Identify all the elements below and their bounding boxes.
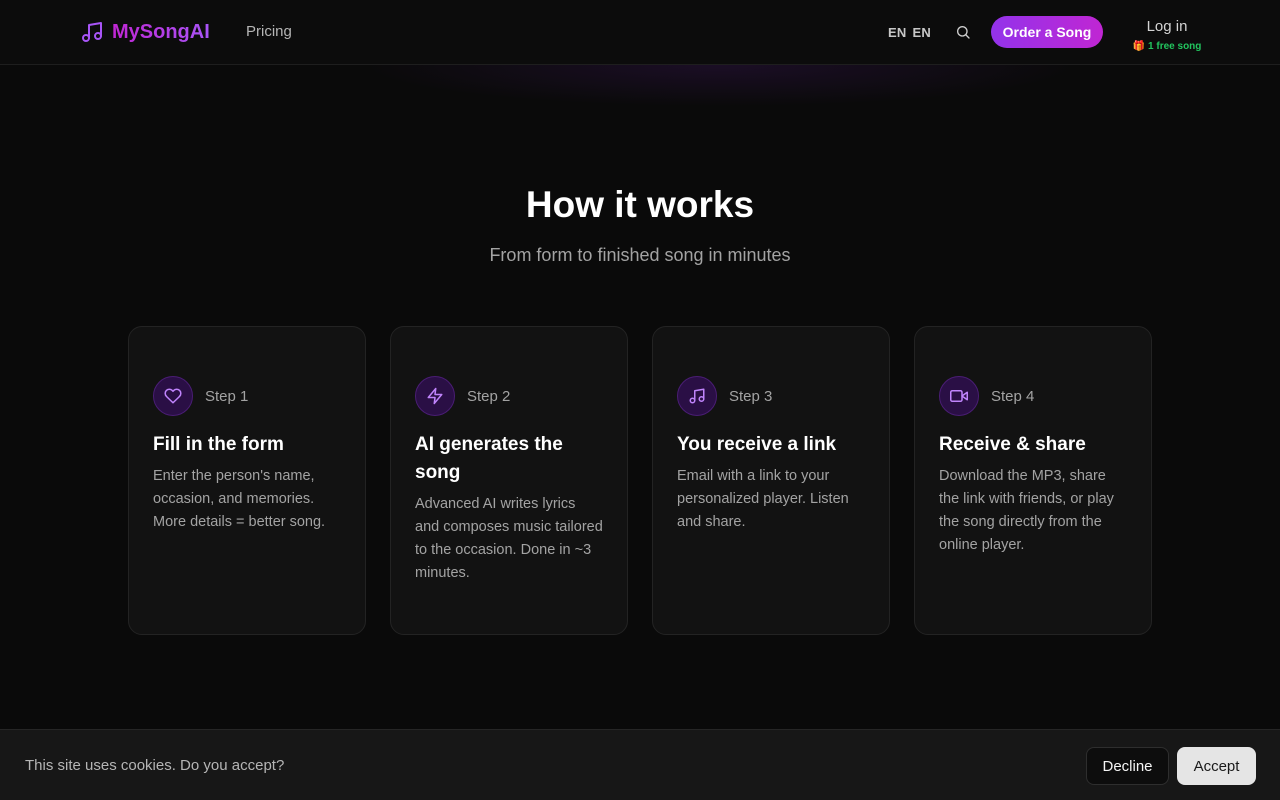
header-glow [360,65,1080,107]
step-card-3: Step 3 You receive a link Email with a l… [652,326,890,635]
step-label: Step 1 [205,387,249,405]
heart-icon [164,388,182,404]
cookie-banner: This site uses cookies. Do you accept? D… [0,729,1280,800]
free-song-badge: 🎁 1 free song [1133,41,1202,52]
language-flag-label: EN [888,25,907,40]
lightning-icon [427,387,443,405]
step-icon-badge [677,376,717,416]
step-card-header: Step 3 [677,376,865,416]
steps-grid: Step 1 Fill in the form Enter the person… [128,326,1152,635]
step-icon-badge [939,376,979,416]
login-area: Log in 🎁 1 free song [1120,18,1214,52]
music-note-icon [689,388,705,404]
cookie-message: This site uses cookies. Do you accept? [25,757,285,774]
free-song-label: 1 free song [1148,41,1202,52]
video-icon [950,390,968,402]
logo-link[interactable]: MySongAI [80,18,210,46]
step-label: Step 3 [729,387,773,405]
step-description: Enter the person's name, occasion, and m… [153,468,326,530]
accept-button[interactable]: Accept [1177,747,1256,785]
step-description: Download the MP3, share the link with fr… [939,468,1114,553]
step-description: Email with a link to your personalized p… [677,468,849,530]
gift-icon: 🎁 [1132,41,1146,52]
login-link[interactable]: Log in [1147,18,1188,35]
step-title: Receive & share [939,434,1086,455]
language-switcher[interactable]: EN EN [888,25,931,40]
site-header: MySongAI Pricing EN EN Order a Song Log … [0,0,1280,65]
step-card-4: Step 4 Receive & share Download the MP3,… [914,326,1152,635]
step-description: Advanced AI writes lyrics and composes m… [415,496,603,581]
search-button[interactable] [953,22,973,42]
order-song-button[interactable]: Order a Song [991,16,1103,48]
language-code-label: EN [912,25,931,40]
nav-pricing-link[interactable]: Pricing [246,23,292,40]
step-card-header: Step 4 [939,376,1127,416]
step-title: You receive a link [677,434,837,455]
step-card-header: Step 2 [415,376,603,416]
logo-text: MySongAI [112,20,210,43]
step-title: Fill in the form [153,434,284,455]
step-card-1: Step 1 Fill in the form Enter the person… [128,326,366,635]
step-label: Step 4 [991,387,1035,405]
step-icon-badge [153,376,193,416]
music-note-icon [82,22,102,42]
step-card-header: Step 1 [153,376,341,416]
step-title: AI generates the song [415,434,563,483]
decline-button[interactable]: Decline [1086,747,1169,785]
section-subtitle: From form to finished song in minutes [489,245,791,265]
step-card-2: Step 2 AI generates the song Advanced AI… [390,326,628,635]
section-title: How it works [525,184,755,225]
search-icon [957,26,970,39]
step-icon-badge [415,376,455,416]
step-label: Step 2 [467,387,511,405]
